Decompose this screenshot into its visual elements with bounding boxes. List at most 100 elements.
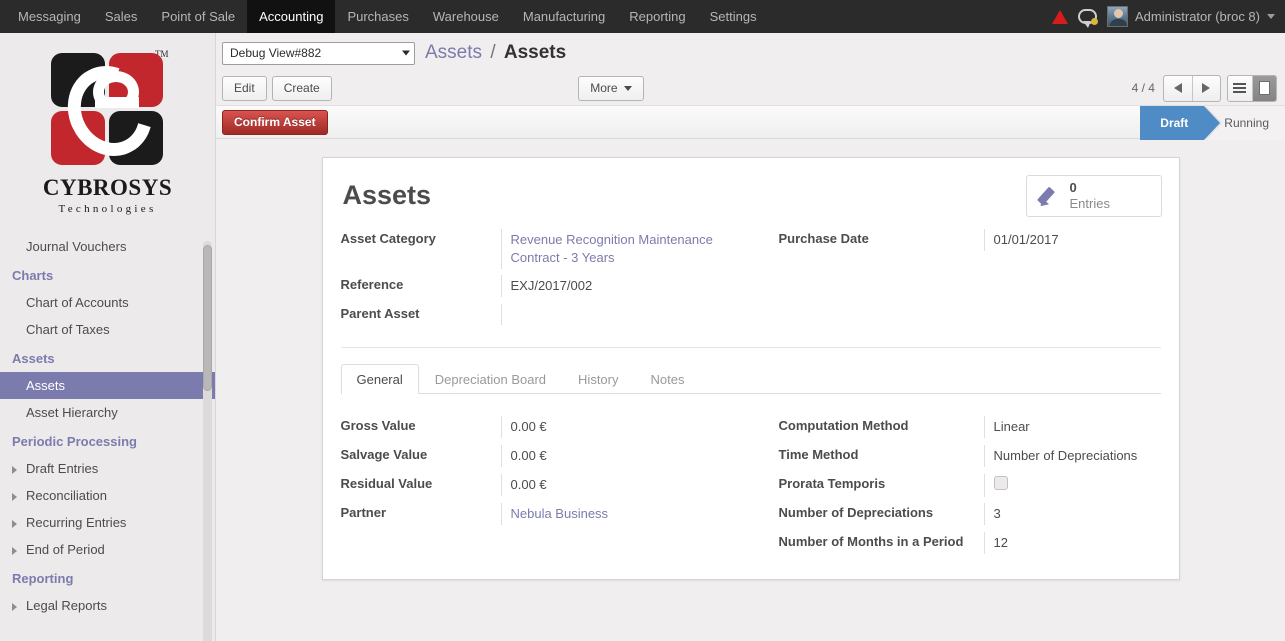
menu-item-purchases[interactable]: Purchases [335,0,420,33]
sidebar-item-legal-reports[interactable]: Legal Reports [0,592,215,619]
menu-item-point-of-sale[interactable]: Point of Sale [149,0,247,33]
header-fields: Asset Category Revenue Recognition Mainte… [341,229,1161,333]
sidebar-item-assets[interactable]: Assets [0,372,215,399]
field-row-reference: Reference EXJ/2017/002 [341,275,751,298]
field-row-asset-category: Asset Category Revenue Recognition Mainte… [341,229,751,269]
edit-button[interactable]: Edit [222,75,267,101]
sidebar: TM CYBROSYS Technologies Journal Voucher… [0,33,216,641]
sidebar-item-journal-vouchers[interactable]: Journal Vouchers [0,233,215,260]
breadcrumb-current: Assets [503,42,567,63]
user-menu[interactable]: Administrator (broc 8) [1107,6,1275,27]
form-icon [1258,81,1270,95]
field-row-number-of-depreciations: Number of Depreciations 3 [779,503,1161,526]
menu-item-warehouse[interactable]: Warehouse [421,0,511,33]
warning-icon[interactable] [1052,9,1069,24]
sidebar-item-chart-of-taxes[interactable]: Chart of Taxes [0,316,215,343]
menu-item-reporting[interactable]: Reporting [617,0,697,33]
status-stage-draft[interactable]: Draft [1140,106,1223,140]
user-name-label: Administrator (broc 8) [1135,9,1260,24]
sidebar-item-asset-hierarchy[interactable]: Asset Hierarchy [0,399,215,426]
field-row-residual-value: Residual Value 0.00 € [341,474,751,497]
field-value-reference: EXJ/2017/002 [500,275,751,297]
chat-badge-dot [1091,18,1099,25]
pager-count: 4 / 4 [1131,81,1155,95]
sidebar-scrollbar-thumb[interactable] [203,245,212,391]
sidebar-item-draft-entries[interactable]: Draft Entries [0,455,215,482]
control-panel-buttons: Edit Create More 4 / 4 [216,67,1285,105]
pencil-icon [1036,184,1061,210]
pager [1162,74,1221,102]
sidebar-item-recurring-entries[interactable]: Recurring Entries [0,509,215,536]
more-button[interactable]: More [578,75,644,101]
topbar-right-tools: Administrator (broc 8) [1052,0,1285,33]
form-sheet-area: 0 Entries Assets Asset Category Revenue R… [216,139,1285,580]
sidebar-nav: Journal Vouchers Charts Chart of Accounts C… [0,233,215,619]
sidebar-section-periodic-processing: Periodic Processing [12,434,137,449]
sidebar-item-reconciliation[interactable]: Reconciliation [0,482,215,509]
previous-record-button[interactable] [1164,76,1192,101]
list-view-button[interactable] [1227,75,1252,101]
chat-icon[interactable] [1078,9,1099,28]
field-value-partner[interactable]: Nebula Business [500,503,751,525]
header-fields-left: Asset Category Revenue Recognition Mainte… [341,229,751,333]
sidebar-item-chart-of-accounts[interactable]: Chart of Accounts [0,289,215,316]
entries-stat-text: 0 Entries [1070,180,1110,213]
section-divider [340,347,1161,348]
form-sheet: 0 Entries Assets Asset Category Revenue R… [321,157,1180,580]
tab-general[interactable]: General [340,364,419,394]
debug-view-select[interactable]: Debug View#882 [222,41,415,65]
field-value-number-of-depreciations: 3 [983,503,1161,525]
app-menu: Messaging Sales Point of Sale Accounting Pur… [0,0,769,33]
brand-logo: TM CYBROSYS Technologies [0,33,215,221]
menu-item-settings[interactable]: Settings [698,0,769,33]
create-button[interactable]: Create [271,75,332,101]
brand-name: CYBROSYS [42,175,173,200]
arrow-right-icon [1202,83,1211,93]
field-row-prorata-temporis: Prorata Temporis [779,474,1161,497]
field-label-number-of-months-in-a-period: Number of Months in a Period [778,534,964,549]
field-row-parent-asset: Parent Asset [341,304,751,327]
sidebar-item-end-of-period[interactable]: End of Period [0,536,215,563]
logo-e-bar [94,97,139,108]
form-view-button[interactable] [1251,75,1276,101]
general-fields-left: Gross Value 0.00 € Salvage Value 0.00 € Resi… [341,416,751,561]
cybrosys-logo-icon: TM [45,47,171,171]
tab-history[interactable]: History [562,364,634,394]
breadcrumb-parent[interactable]: Assets [425,42,482,63]
menu-item-manufacturing[interactable]: Manufacturing [511,0,617,33]
control-panel-top: Debug View#882 Assets / Assets [216,33,1285,67]
entries-label: Entries [1069,196,1110,211]
tab-depreciation-board[interactable]: Depreciation Board [419,364,562,394]
debug-view-value: Debug View#882 [230,46,322,60]
form-tabs: General Depreciation Board History Notes [340,364,1161,394]
field-value-salvage-value: 0.00 € [500,445,751,467]
sidebar-section-reporting: Reporting [12,571,74,586]
chevron-down-icon [402,50,410,56]
field-row-partner: Partner Nebula Business [341,503,751,526]
sidebar-section-charts: Charts [12,268,54,283]
entries-stat-button[interactable]: 0 Entries [1025,175,1162,217]
menu-item-messaging[interactable]: Messaging [6,0,93,33]
field-value-number-of-months-in-a-period: 12 [983,532,1161,554]
field-value-asset-category[interactable]: Revenue Recognition Maintenance Contract… [500,229,751,269]
field-label-number-of-depreciations: Number of Depreciations [778,505,934,520]
brand-tagline: Technologies [58,203,157,215]
next-record-button[interactable] [1191,75,1220,101]
field-value-prorata-temporis[interactable] [983,474,1161,497]
field-row-time-method: Time Method Number of Depreciations [779,445,1161,468]
arrow-left-icon [1173,83,1182,93]
confirm-asset-button[interactable]: Confirm Asset [222,109,328,135]
tab-notes[interactable]: Notes [635,364,701,394]
field-label-asset-category: Asset Category [340,231,436,246]
field-value-parent-asset [500,304,751,325]
field-label-computation-method: Computation Method [778,418,909,433]
field-label-parent-asset: Parent Asset [340,306,420,321]
field-row-salvage-value: Salvage Value 0.00 € [341,445,751,468]
status-stages: Draft Running [1140,106,1285,140]
menu-item-sales[interactable]: Sales [93,0,150,33]
field-label-residual-value: Residual Value [340,476,433,491]
menu-item-accounting[interactable]: Accounting [247,0,336,33]
checkbox-prorata-temporis[interactable] [993,476,1008,490]
field-value-residual-value: 0.00 € [500,474,751,496]
field-label-purchase-date: Purchase Date [778,231,869,246]
